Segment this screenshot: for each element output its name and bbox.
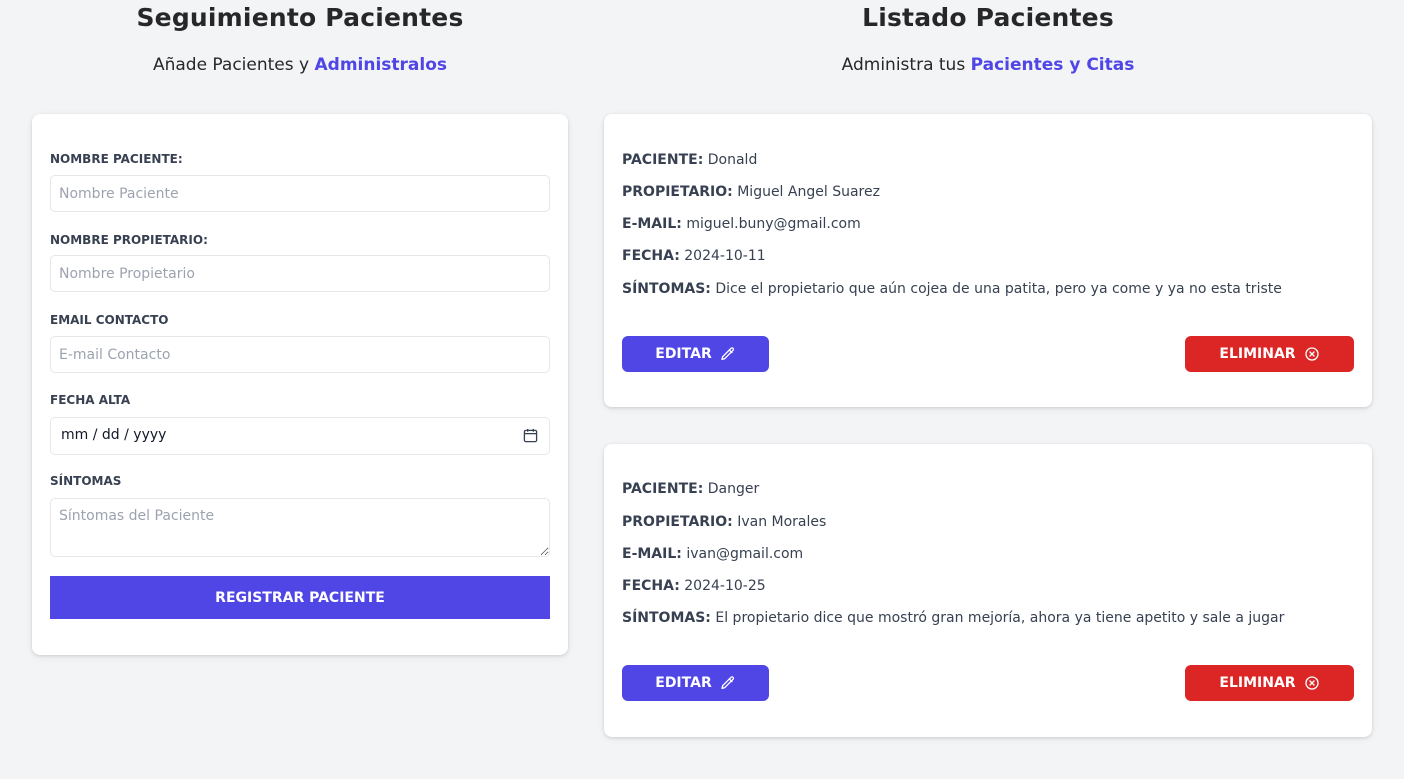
owner-name-label: Nombre Propietario: — [50, 233, 208, 247]
subtitle-prefix: Añade Pacientes y — [152, 55, 310, 75]
owner-row: Propietario: Miguel Angel Suarez — [622, 184, 880, 200]
subtitle-prefix: Administra tus — [841, 55, 966, 75]
email-row: E-mail: ivan@gmail.com — [622, 546, 803, 562]
delete-button[interactable]: Eliminar — [1185, 665, 1354, 701]
date-label: Fecha Alta — [50, 393, 131, 407]
email-label: Email Contacto — [50, 313, 169, 327]
owner-row: Propietario: Ivan Morales — [622, 514, 826, 530]
symptoms-textarea[interactable] — [50, 498, 550, 557]
edit-label: Editar — [655, 346, 712, 362]
field-key: Propietario: — [622, 184, 733, 200]
patient-card: Paciente: Donald Propietario: Miguel Ang… — [604, 114, 1372, 407]
register-patient-button[interactable]: Registrar Paciente — [50, 576, 550, 619]
x-circle-icon — [1304, 346, 1320, 362]
symptoms-row: Síntomas: Dice el propietario que aún co… — [622, 281, 1282, 297]
delete-label: Eliminar — [1219, 675, 1296, 691]
form-section-title: Seguimiento Pacientes — [136, 3, 464, 32]
field-key: Paciente: — [622, 481, 704, 497]
subtitle-accent: Pacientes y Citas — [970, 55, 1135, 75]
date-value: 2024-10-11 — [684, 248, 766, 264]
field-key: Fecha: — [622, 248, 680, 264]
list-section-title: Listado Pacientes — [862, 3, 1114, 32]
delete-button[interactable]: Eliminar — [1185, 336, 1354, 372]
form-section-subtitle: Añade Pacientes y Administralos — [32, 55, 568, 75]
email-value: ivan@gmail.com — [686, 546, 804, 562]
patient-form: Nombre Paciente: Nombre Propietario: Ema… — [32, 114, 568, 655]
symptoms-value: Dice el propietario que aún cojea de una… — [715, 281, 1282, 297]
date-placeholder: mm / dd / yyyy — [61, 427, 167, 443]
symptoms-row: Síntomas: El propietario dice que mostró… — [622, 610, 1284, 626]
edit-label: Editar — [655, 675, 712, 691]
date-input[interactable]: mm / dd / yyyy — [50, 417, 550, 455]
patient-name-row: Paciente: Donald — [622, 152, 757, 168]
field-key: Síntomas: — [622, 610, 711, 626]
date-row: Fecha: 2024-10-11 — [622, 248, 766, 264]
email-value: miguel.buny@gmail.com — [686, 216, 861, 232]
owner-value: Miguel Angel Suarez — [737, 184, 880, 200]
date-value: 2024-10-25 — [684, 578, 766, 594]
x-circle-icon — [1304, 675, 1320, 691]
field-key: Paciente: — [622, 152, 704, 168]
patient-name-label: Nombre Paciente: — [50, 152, 183, 166]
owner-value: Ivan Morales — [737, 514, 827, 530]
symptoms-value: El propietario dice que mostró gran mejo… — [715, 610, 1285, 626]
field-key: Propietario: — [622, 514, 733, 530]
owner-name-input[interactable] — [50, 255, 550, 292]
patient-name-value: Danger — [707, 481, 760, 497]
edit-button[interactable]: Editar — [622, 336, 769, 372]
date-row: Fecha: 2024-10-25 — [622, 578, 766, 594]
email-row: E-mail: miguel.buny@gmail.com — [622, 216, 861, 232]
email-input[interactable] — [50, 336, 550, 373]
pencil-icon — [720, 346, 736, 362]
field-key: E-mail: — [622, 216, 682, 232]
calendar-icon[interactable] — [523, 428, 538, 447]
patient-name-input[interactable] — [50, 175, 550, 212]
field-key: E-mail: — [622, 546, 682, 562]
patient-card: Paciente: Danger Propietario: Ivan Moral… — [604, 444, 1372, 737]
delete-label: Eliminar — [1219, 346, 1296, 362]
field-key: Fecha: — [622, 578, 680, 594]
subtitle-accent: Administralos — [314, 55, 448, 75]
edit-button[interactable]: Editar — [622, 665, 769, 701]
list-section-subtitle: Administra tus Pacientes y Citas — [604, 55, 1372, 75]
symptoms-label: Síntomas — [50, 474, 122, 488]
field-key: Síntomas: — [622, 281, 711, 297]
patient-name-value: Donald — [707, 152, 758, 168]
pencil-icon — [720, 675, 736, 691]
patient-name-row: Paciente: Danger — [622, 481, 759, 497]
